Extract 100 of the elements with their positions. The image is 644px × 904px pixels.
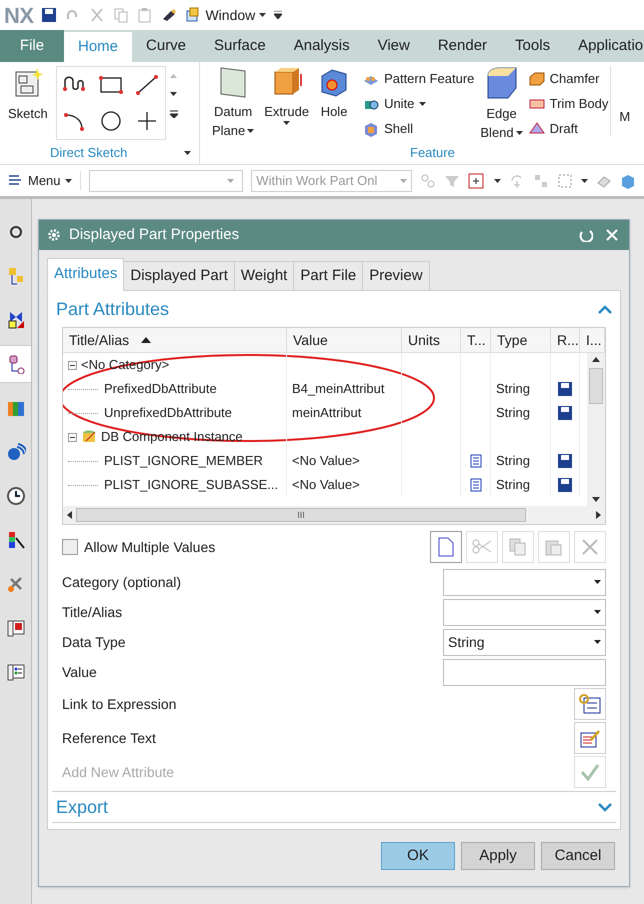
ribbon-tab[interactable]: Render: [424, 30, 502, 62]
dialog-button[interactable]: OK: [381, 842, 455, 870]
database-icon: [81, 429, 97, 445]
chamfer-icon: [528, 70, 545, 86]
gear-icon: [47, 228, 61, 242]
arc-icon: [62, 110, 87, 130]
field-label: Value: [62, 662, 97, 682]
plane-icon: [219, 66, 248, 98]
edge-blend-icon: [484, 66, 519, 100]
dialog-tab[interactable]: Preview: [362, 261, 430, 291]
horizontal-scrollbar[interactable]: III: [63, 506, 605, 524]
resource-bar-tab[interactable]: [0, 345, 31, 383]
ribbon-tab[interactable]: Curve: [132, 30, 200, 62]
caret-icon: [419, 102, 426, 106]
column-header[interactable]: R...: [551, 328, 580, 352]
checkmark-icon: [580, 763, 600, 781]
attribute-row[interactable]: PLIST_IGNORE_SUBASSE... <No Value> String: [63, 473, 587, 497]
input-field[interactable]: [443, 658, 606, 686]
ribbon-command[interactable]: Pattern Feature: [363, 66, 474, 91]
column-header[interactable]: I...: [580, 328, 605, 352]
minus-icon: [70, 434, 75, 440]
field-label: Reference Text: [62, 728, 156, 748]
list-icon: [6, 662, 26, 682]
ribbon-tab[interactable]: File: [0, 30, 64, 62]
scrollbar-grip: III: [297, 510, 305, 520]
field-label: Data Type: [62, 632, 126, 652]
window-icon: [6, 618, 26, 638]
expression-button[interactable]: [574, 688, 606, 720]
line-icon: [134, 74, 159, 94]
dialog-tab[interactable]: Attributes: [47, 258, 124, 291]
caret-icon: [594, 610, 601, 614]
sketch-button[interactable]: Sketch: [4, 66, 52, 123]
ribbon-command[interactable]: Unite: [363, 91, 474, 116]
ribbon-tab[interactable]: Tools: [501, 30, 564, 62]
column-header[interactable]: Units: [402, 328, 461, 352]
caret-icon: [594, 640, 601, 644]
field-label: Title/Alias: [62, 602, 122, 622]
box-select-icon: [557, 172, 573, 188]
allow-multiple-checkbox[interactable]: Allow Multiple Values: [62, 536, 216, 558]
vertical-scrollbar[interactable]: [587, 353, 605, 506]
expand-toggle[interactable]: [68, 432, 77, 442]
datum-plane-button[interactable]: Datum Plane: [208, 66, 258, 140]
snap-icon: [420, 172, 436, 188]
ribbon-command[interactable]: Trim Body: [528, 91, 608, 116]
column-header[interactable]: Type: [491, 328, 551, 352]
table-cell-text: B4_meinAttribut: [292, 380, 384, 398]
attribute-row[interactable]: UnprefixedDbAttribute meinAttribut String: [63, 401, 587, 425]
table-cell-text: meinAttribut: [292, 404, 362, 422]
column-header[interactable]: Value: [287, 328, 402, 352]
expression-icon: [579, 693, 601, 715]
window-menu[interactable]: Window: [185, 4, 266, 26]
caret-icon: [516, 130, 523, 134]
save-icon: [558, 382, 572, 396]
ribbon-tab[interactable]: View: [364, 30, 424, 62]
dropdown-field[interactable]: [443, 568, 606, 596]
new-document-icon: [438, 537, 454, 557]
expand-toggle[interactable]: [68, 360, 77, 370]
dropdown-field[interactable]: String: [443, 628, 606, 656]
ribbon-tab[interactable]: Analysis: [280, 30, 364, 62]
table-cell-text: String: [496, 476, 530, 494]
dropdown-field[interactable]: [443, 598, 606, 626]
hole-button[interactable]: Hole: [315, 66, 354, 121]
ribbon-command[interactable]: Draft: [528, 116, 608, 141]
ribbon-tab[interactable]: Surface: [200, 30, 280, 62]
ribbon-tab[interactable]: Home: [64, 32, 132, 62]
column-header[interactable]: Title/Alias: [63, 328, 287, 352]
more-icon: [170, 110, 178, 118]
clock-icon: [6, 486, 26, 506]
attribute-row[interactable]: PLIST_IGNORE_MEMBER <No Value> String: [63, 449, 587, 473]
new-button[interactable]: [430, 531, 462, 563]
section-header: Part Attributes: [56, 298, 170, 320]
customize-icon: [274, 11, 282, 19]
extrude-button[interactable]: Extrude: [260, 66, 314, 125]
app-logo: NX: [4, 2, 34, 30]
info-icon: [6, 442, 26, 462]
copy-icon: [509, 538, 527, 556]
brush-icon: [161, 7, 178, 23]
ribbon-command[interactable]: Chamfer: [528, 66, 608, 91]
save-icon: [558, 478, 572, 492]
dialog-button[interactable]: Cancel: [541, 842, 615, 870]
caret-icon: [184, 151, 191, 155]
reset-icon: [579, 228, 593, 242]
sort-ascending-icon: [141, 337, 152, 343]
caret-icon: [494, 178, 501, 182]
edge-blend-button[interactable]: Edge Blend: [476, 66, 527, 142]
menu-button[interactable]: Menu: [8, 170, 81, 190]
delete-icon: [582, 539, 598, 555]
scrollbar-thumb[interactable]: [589, 368, 603, 404]
reference-text-button[interactable]: [574, 722, 606, 754]
column-header[interactable]: T...: [461, 328, 491, 352]
attribute-row[interactable]: PrefixedDbAttribute B4_meinAttribut String: [63, 377, 587, 401]
dialog-title: Displayed Part Properties: [69, 224, 240, 245]
group-label: Direct Sketch: [50, 144, 128, 162]
caret-icon: [594, 580, 601, 584]
field-label: Add New Attribute: [62, 762, 174, 782]
section-header: Export: [56, 796, 108, 819]
dialog-button[interactable]: Apply: [461, 842, 535, 870]
ribbon-command[interactable]: Shell: [363, 116, 474, 141]
caret-icon: [170, 92, 178, 96]
ribbon-tab[interactable]: Applicatio: [564, 30, 644, 62]
